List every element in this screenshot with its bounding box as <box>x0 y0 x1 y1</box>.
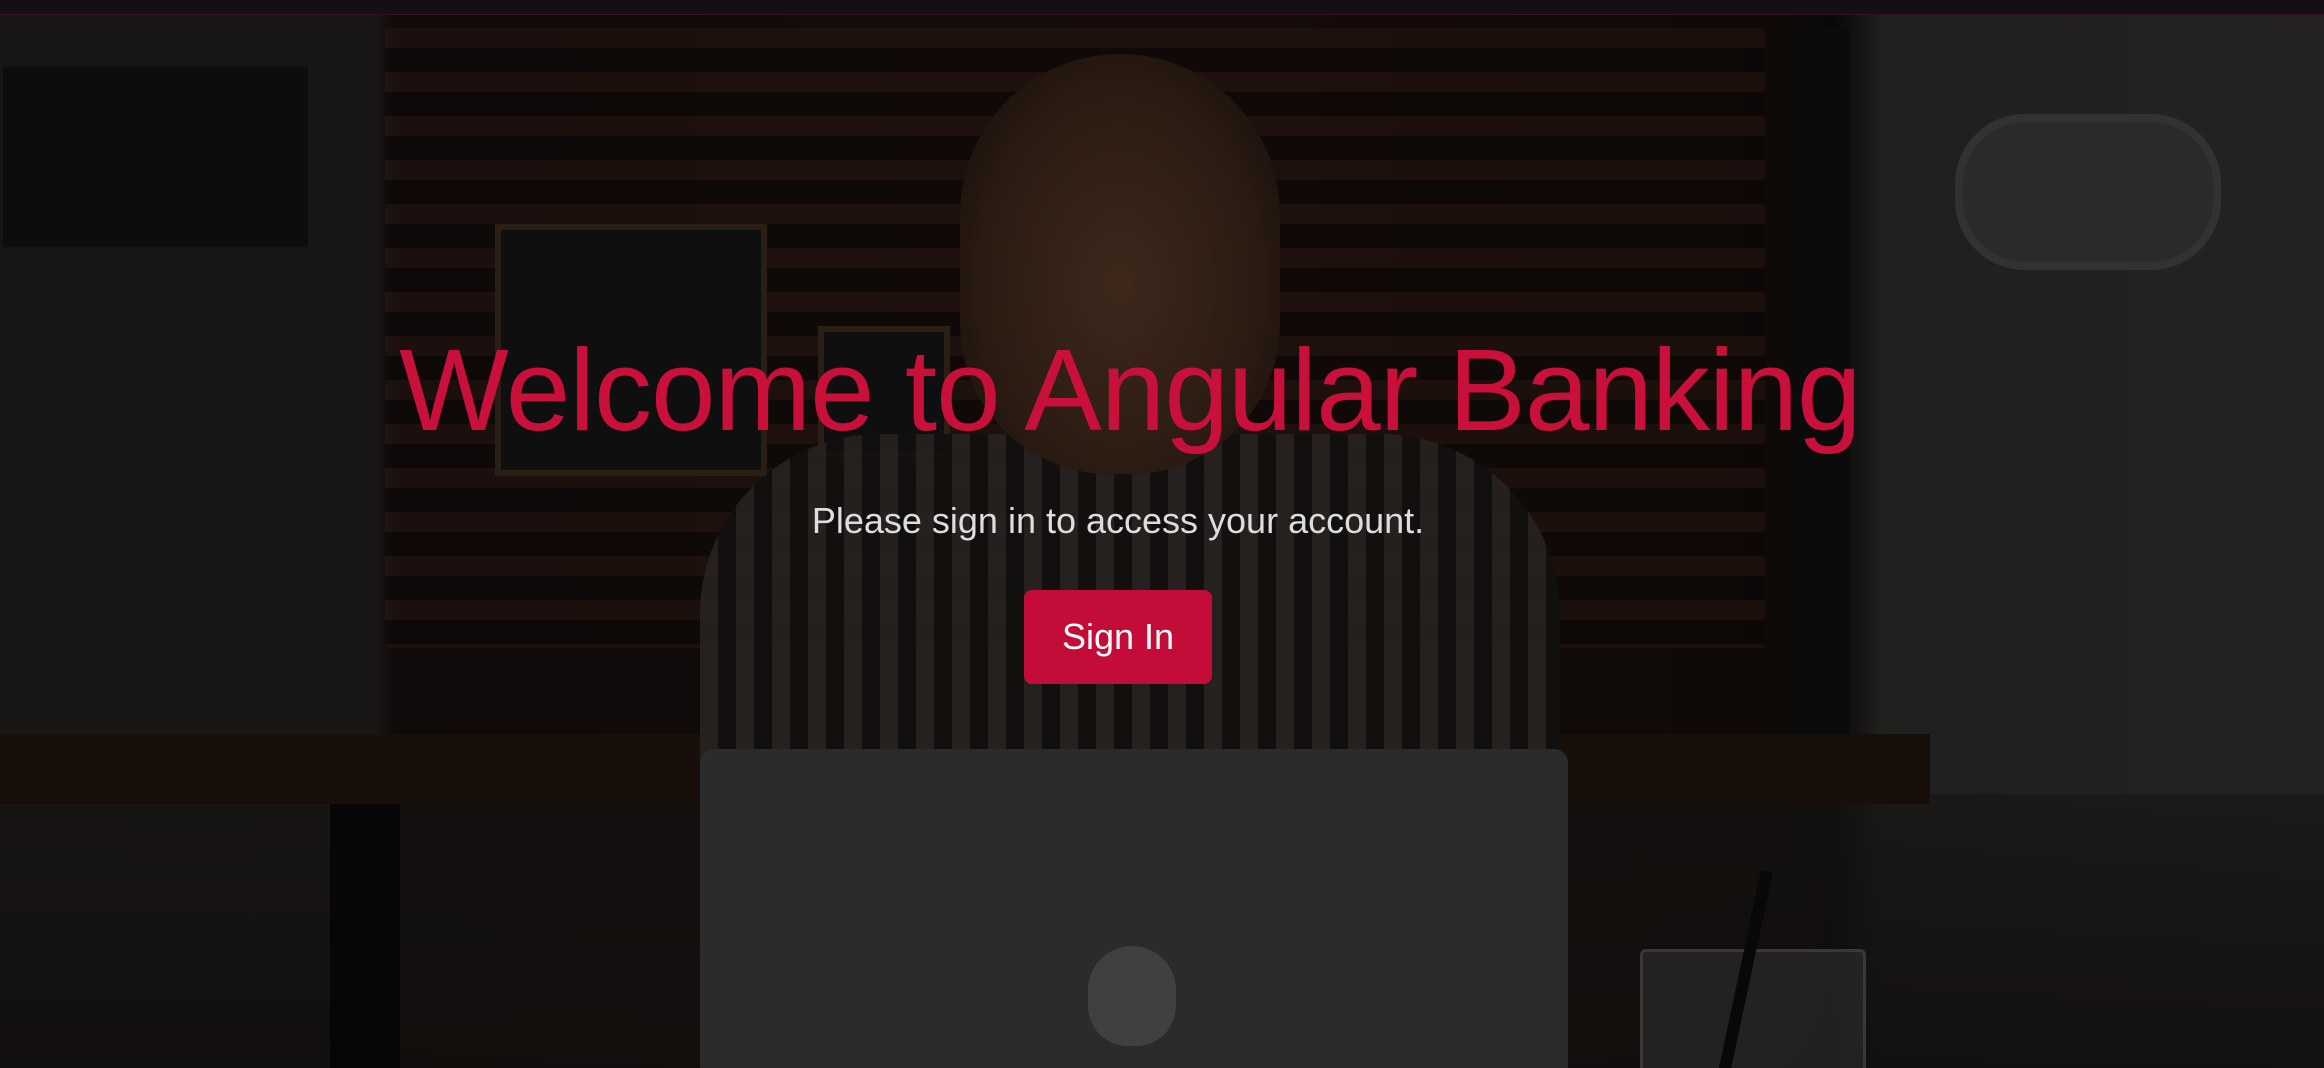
sign-in-button[interactable]: Sign In <box>1024 590 1212 684</box>
landing-page: Welcome to Angular Banking Please sign i… <box>0 0 2324 1068</box>
top-bar <box>0 0 2324 15</box>
hero-subtitle: Please sign in to access your account. <box>811 500 1425 541</box>
hero-title: Welcome to Angular Banking <box>399 325 1861 455</box>
hero-content: Welcome to Angular Banking Please sign i… <box>0 0 2324 1068</box>
